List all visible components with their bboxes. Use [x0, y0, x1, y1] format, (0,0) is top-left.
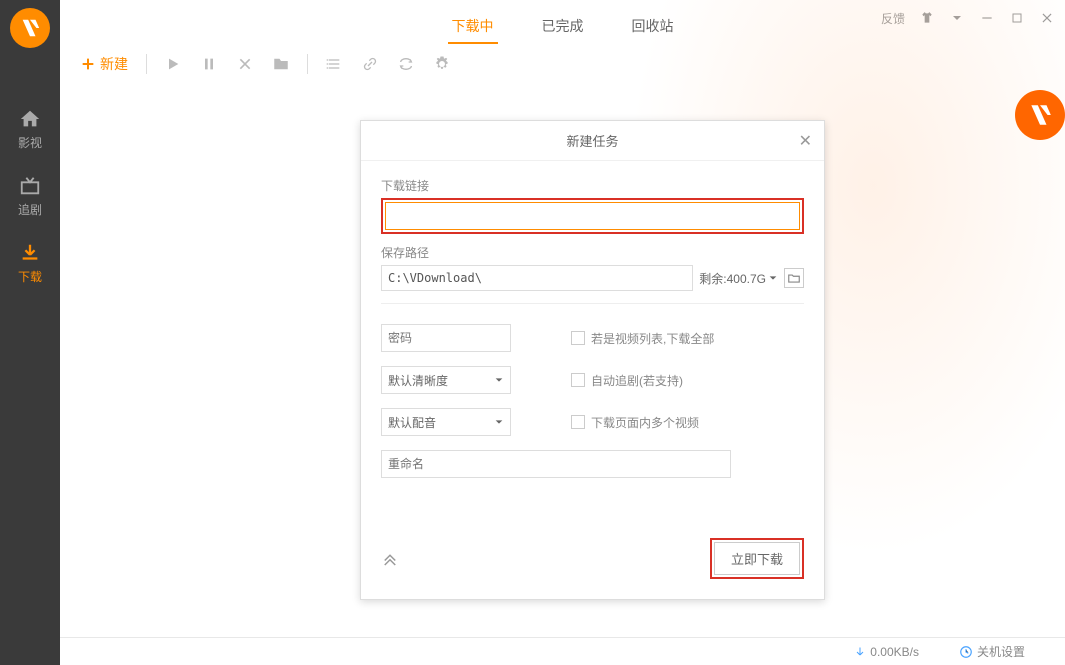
shutdown-settings[interactable]: 关机设置: [959, 643, 1025, 660]
new-task-dialog: 新建任务 ✕ 下载链接 保存路径 剩余:400.7G: [360, 120, 825, 600]
link-highlight-box: [381, 198, 804, 234]
clock-icon: [959, 645, 973, 659]
sidebar: 影视 追剧 下载: [0, 0, 60, 665]
rename-input[interactable]: [381, 450, 731, 478]
audio-select[interactable]: 默认配音: [381, 408, 511, 436]
repeat-icon[interactable]: [392, 50, 420, 78]
main-tabs: 下载中 已完成 回收站: [448, 10, 678, 44]
gear-icon[interactable]: [428, 50, 456, 78]
dialog-close-icon[interactable]: ✕: [799, 131, 812, 151]
statusbar: 0.00KB/s 关机设置: [60, 637, 1065, 665]
toolbar-divider: [307, 54, 308, 74]
auto-follow-checkbox-row[interactable]: 自动追剧(若支持): [571, 372, 683, 389]
dialog-footer: 立即下载: [361, 508, 824, 599]
play-icon[interactable]: [159, 50, 187, 78]
sidebar-item-follow[interactable]: 追剧: [0, 163, 60, 230]
sidebar-item-label: 下载: [18, 268, 42, 285]
home-icon: [19, 108, 41, 130]
download-highlight-box: 立即下载: [710, 538, 804, 579]
clarity-select[interactable]: 默认清晰度: [381, 366, 511, 394]
main-area: 反馈 下载中 已完成 回收站 新建: [60, 0, 1065, 665]
delete-icon[interactable]: [231, 50, 259, 78]
checkbox-icon: [571, 415, 585, 429]
path-label: 保存路径: [381, 244, 804, 261]
link-icon[interactable]: [356, 50, 384, 78]
feedback-link[interactable]: 反馈: [881, 10, 905, 27]
maximize-icon[interactable]: [1009, 10, 1025, 26]
folder-icon[interactable]: [267, 50, 295, 78]
minimize-icon[interactable]: [979, 10, 995, 26]
list-icon[interactable]: [320, 50, 348, 78]
checkbox-icon: [571, 373, 585, 387]
sidebar-item-download[interactable]: 下载: [0, 230, 60, 297]
new-task-label: 新建: [100, 54, 128, 74]
sidebar-item-label: 影视: [18, 134, 42, 151]
tab-downloading[interactable]: 下载中: [448, 10, 498, 44]
remaining-space[interactable]: 剩余:400.7G: [699, 270, 778, 287]
dropdown-icon[interactable]: [949, 10, 965, 26]
download-link-input[interactable]: [385, 202, 800, 230]
download-now-button[interactable]: 立即下载: [714, 542, 800, 575]
tab-recycle[interactable]: 回收站: [628, 10, 678, 44]
tab-completed[interactable]: 已完成: [538, 10, 588, 44]
multi-video-checkbox-row[interactable]: 下载页面内多个视频: [571, 414, 699, 431]
download-icon: [19, 242, 41, 264]
sidebar-item-movies[interactable]: 影视: [0, 96, 60, 163]
download-speed: 0.00KB/s: [854, 645, 919, 659]
pause-icon[interactable]: [195, 50, 223, 78]
browse-folder-icon[interactable]: [784, 268, 804, 288]
down-arrow-icon: [854, 646, 866, 658]
tv-icon: [19, 175, 41, 197]
new-task-button[interactable]: 新建: [74, 50, 134, 78]
save-path-input[interactable]: [381, 265, 693, 291]
shirt-icon[interactable]: [919, 10, 935, 26]
checkbox-icon: [571, 331, 585, 345]
playlist-checkbox-row[interactable]: 若是视频列表,下载全部: [571, 330, 714, 347]
toolbar-divider: [146, 54, 147, 74]
float-logo[interactable]: [1015, 90, 1065, 140]
dialog-title: 新建任务: [566, 131, 618, 150]
collapse-icon[interactable]: [381, 550, 399, 568]
app-logo: [10, 8, 50, 48]
link-label: 下载链接: [381, 177, 804, 194]
password-input[interactable]: [381, 324, 511, 352]
dialog-header: 新建任务 ✕: [361, 121, 824, 161]
toolbar: 新建: [74, 50, 456, 78]
sidebar-item-label: 追剧: [18, 201, 42, 218]
dialog-body: 下载链接 保存路径 剩余:400.7G 若是视频列表,下载全部: [361, 161, 824, 508]
close-icon[interactable]: [1039, 10, 1055, 26]
